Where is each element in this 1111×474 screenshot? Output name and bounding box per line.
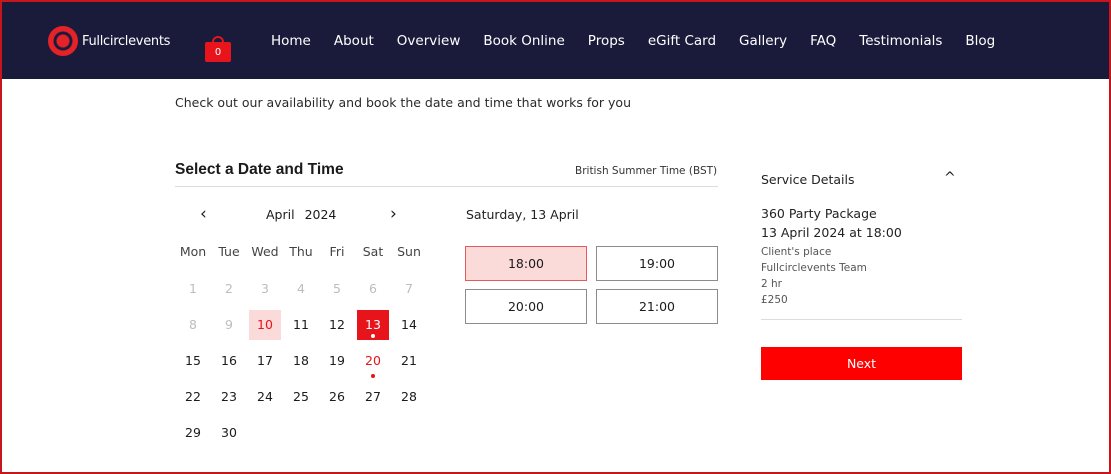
calendar-day: 1	[189, 281, 197, 296]
calendar-day[interactable]: 29	[177, 418, 209, 448]
calendar-month-label: April 2024	[266, 207, 342, 222]
calendar-day-today[interactable]: 10	[249, 310, 281, 340]
timezone-label[interactable]: British Summer Time (BST)	[575, 165, 717, 177]
calendar-day[interactable]: 14	[393, 310, 425, 340]
availability-dot	[371, 334, 375, 338]
service-details-title: Service Details	[761, 172, 855, 187]
calendar-day[interactable]: 25	[285, 382, 317, 412]
weekday-label: Thu	[289, 244, 313, 259]
prev-month-button[interactable]: ‹	[200, 204, 207, 224]
calendar-day: 5	[333, 281, 341, 296]
year: 2024	[304, 207, 337, 222]
calendar-day[interactable]: 26	[321, 382, 353, 412]
month-name: April	[266, 207, 295, 222]
calendar-day[interactable]: 22	[177, 382, 209, 412]
weekday-label: Sat	[362, 244, 384, 259]
calendar-day: 4	[297, 281, 305, 296]
day-number: 20	[365, 353, 381, 368]
nav-egift-card[interactable]: eGift Card	[648, 33, 716, 49]
cart-button[interactable]: 0	[205, 36, 231, 62]
calendar-day: 8	[189, 317, 197, 332]
main-nav: Home About Overview Book Online Props eG…	[271, 33, 1018, 49]
calendar-day: 7	[405, 281, 413, 296]
section-title: Select a Date and Time	[175, 161, 344, 178]
calendar-day: 6	[369, 281, 377, 296]
service-staff: Fullcirclevents Team	[761, 262, 867, 274]
service-datetime: 13 April 2024 at 18:00	[761, 225, 902, 240]
intro-text: Check out our availability and book the …	[175, 95, 632, 110]
calendar-day: 3	[261, 281, 269, 296]
nav-home[interactable]: Home	[271, 33, 311, 49]
weekday-label: Sun	[397, 244, 421, 259]
calendar-day[interactable]: 18	[285, 346, 317, 376]
service-duration: 2 hr	[761, 278, 782, 290]
next-month-button[interactable]: ›	[390, 204, 397, 224]
calendar-day-available[interactable]: 20	[357, 346, 389, 378]
weekday-label: Mon	[179, 244, 207, 259]
nav-book-online[interactable]: Book Online	[483, 33, 564, 49]
day-number: 13	[365, 317, 381, 332]
nav-about[interactable]: About	[334, 33, 374, 49]
logo[interactable]: Fullcirclevents	[48, 26, 170, 56]
time-slot[interactable]: 20:00	[465, 289, 587, 324]
logo-text: Fullcirclevents	[82, 33, 171, 49]
divider	[175, 186, 718, 187]
collapse-chevron-icon[interactable]: ^	[944, 170, 956, 186]
selected-date-label: Saturday, 13 April	[466, 207, 579, 222]
time-slot[interactable]: 19:00	[596, 246, 718, 281]
nav-props[interactable]: Props	[588, 33, 625, 49]
weekday-label: Tue	[218, 244, 240, 259]
calendar-day[interactable]: 23	[213, 382, 245, 412]
calendar-day[interactable]: 19	[321, 346, 353, 376]
calendar-day-selected[interactable]: 13	[357, 310, 389, 340]
calendar-day[interactable]: 11	[285, 310, 317, 340]
divider	[761, 319, 962, 320]
calendar-day: 2	[225, 281, 233, 296]
calendar-day: 9	[225, 317, 233, 332]
service-price: £250	[761, 294, 788, 306]
calendar-day[interactable]: 12	[321, 310, 353, 340]
availability-dot	[371, 374, 375, 378]
calendar-day[interactable]: 17	[249, 346, 281, 376]
nav-testimonials[interactable]: Testimonials	[859, 33, 942, 49]
weekday-label: Fri	[329, 244, 345, 259]
logo-icon	[48, 26, 78, 56]
calendar-day[interactable]: 15	[177, 346, 209, 376]
calendar-day[interactable]: 30	[213, 418, 245, 448]
nav-overview[interactable]: Overview	[397, 33, 461, 49]
next-button[interactable]: Next	[761, 347, 962, 380]
weekday-label: Wed	[251, 244, 279, 259]
calendar-day[interactable]: 21	[393, 346, 425, 376]
site-header: Fullcirclevents 0 Home About Overview Bo…	[0, 0, 1111, 79]
nav-faq[interactable]: FAQ	[810, 33, 836, 49]
nav-blog[interactable]: Blog	[965, 33, 995, 49]
time-slot[interactable]: 21:00	[596, 289, 718, 324]
calendar-day[interactable]: 24	[249, 382, 281, 412]
calendar-day[interactable]: 28	[393, 382, 425, 412]
time-slot-selected[interactable]: 18:00	[465, 246, 587, 281]
calendar-day[interactable]: 16	[213, 346, 245, 376]
calendar-day[interactable]: 27	[357, 382, 389, 412]
cart-count: 0	[205, 42, 231, 62]
nav-gallery[interactable]: Gallery	[739, 33, 787, 49]
service-name: 360 Party Package	[761, 206, 877, 221]
service-location: Client's place	[761, 246, 832, 258]
